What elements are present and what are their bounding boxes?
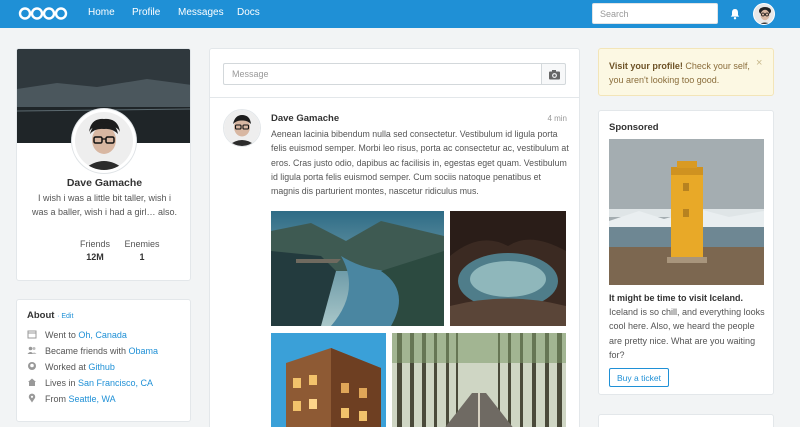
profile-alert: Visit your profile! Check your self, you… xyxy=(598,48,774,96)
about-item-work: Worked at Github xyxy=(27,361,115,373)
about-item-friends: Became friends with Obama xyxy=(27,345,158,357)
message-input[interactable] xyxy=(223,63,541,85)
nav-docs-link[interactable]: Docs xyxy=(237,7,260,18)
alert-close-button[interactable]: × xyxy=(756,57,762,69)
post-photo-cave[interactable] xyxy=(450,211,566,326)
about-title-text: About xyxy=(27,310,55,321)
nav-home-link[interactable]: Home xyxy=(88,7,115,18)
post-photo-building[interactable] xyxy=(271,333,386,427)
about-item-text: Became friends with xyxy=(45,346,129,356)
sponsored-image[interactable] xyxy=(609,139,764,285)
about-item-link[interactable]: Oh, Canada xyxy=(78,330,127,340)
home-icon xyxy=(28,378,36,386)
avatar-image xyxy=(754,4,774,24)
github-icon xyxy=(28,362,36,370)
about-edit-link[interactable]: · Edit xyxy=(57,313,73,320)
about-item-link[interactable]: Github xyxy=(88,362,115,372)
enemies-stat[interactable]: Enemies 1 xyxy=(117,239,167,262)
users-icon xyxy=(27,346,37,354)
about-item-text: Worked at xyxy=(45,362,89,372)
about-item-link[interactable]: Obama xyxy=(129,346,159,356)
attach-photo-button[interactable] xyxy=(541,63,566,85)
user-avatar-button[interactable] xyxy=(753,3,775,25)
friends-stat[interactable]: Friends 12M xyxy=(70,239,120,262)
post-author-name[interactable]: Dave Gamache xyxy=(271,113,339,124)
post-author-avatar[interactable] xyxy=(223,109,261,147)
post-timestamp: 4 min xyxy=(547,114,567,123)
post-photo-fjord[interactable] xyxy=(271,211,444,326)
sponsored-headline: It might be time to visit Iceland. xyxy=(609,293,744,303)
post-photo-forest-road[interactable] xyxy=(392,333,566,427)
friends-label: Friends xyxy=(79,239,110,249)
enemies-label: Enemies xyxy=(124,239,160,249)
sponsored-description: It might be time to visit Iceland. Icela… xyxy=(609,291,769,362)
sponsored-card: Sponsored It might be time to visit Icel… xyxy=(598,110,774,395)
about-item-hometown: From Seattle, WA xyxy=(27,393,116,405)
alert-message: Visit your profile! Check your self, you… xyxy=(609,59,759,87)
about-item-residence: Lives in San Francisco, CA xyxy=(27,377,153,389)
profile-name[interactable]: Dave Gamache xyxy=(17,177,190,189)
camera-icon xyxy=(549,70,560,80)
search-input[interactable] xyxy=(592,3,718,24)
friends-count: 12M xyxy=(86,252,104,262)
enemies-count: 1 xyxy=(139,252,145,262)
about-item-text: Went to xyxy=(45,330,79,340)
about-item-education: Went to Oh, Canada xyxy=(27,329,127,341)
nav-profile-link[interactable]: Profile xyxy=(132,7,160,18)
message-composer xyxy=(223,63,566,85)
feed-divider xyxy=(210,97,579,98)
calendar-icon xyxy=(27,330,37,339)
about-item-text: Lives in xyxy=(45,378,79,388)
notifications-bell-icon[interactable] xyxy=(729,8,741,20)
about-item-link[interactable]: San Francisco, CA xyxy=(78,378,153,388)
logo-icon[interactable] xyxy=(18,6,70,21)
sponsored-body: Iceland is so chill, and everything look… xyxy=(609,307,765,360)
location-icon xyxy=(28,393,36,403)
profile-avatar[interactable] xyxy=(72,109,136,173)
about-heading: About · Edit xyxy=(27,310,73,321)
profile-card: Dave Gamache I wish i was a little bit t… xyxy=(16,48,191,281)
buy-ticket-button[interactable]: Buy a ticket xyxy=(609,368,669,387)
about-card: About · Edit Went to Oh, Canada Became f… xyxy=(16,299,191,422)
top-navbar: Home Profile Messages Docs xyxy=(0,0,800,28)
post-body: Aenean lacinia bibendum nulla sed consec… xyxy=(271,129,569,197)
news-feed: Dave Gamache 4 min Aenean lacinia bibend… xyxy=(209,48,580,427)
sponsored-heading: Sponsored xyxy=(609,122,659,133)
about-item-text: From xyxy=(45,394,69,404)
nav-messages-link[interactable]: Messages xyxy=(178,7,224,18)
right-column-card-partial xyxy=(598,414,774,427)
alert-heading[interactable]: Visit your profile! xyxy=(609,61,683,71)
about-item-link[interactable]: Seattle, WA xyxy=(69,394,116,404)
profile-bio: I wish i was a little bit taller, wish i… xyxy=(31,193,178,217)
